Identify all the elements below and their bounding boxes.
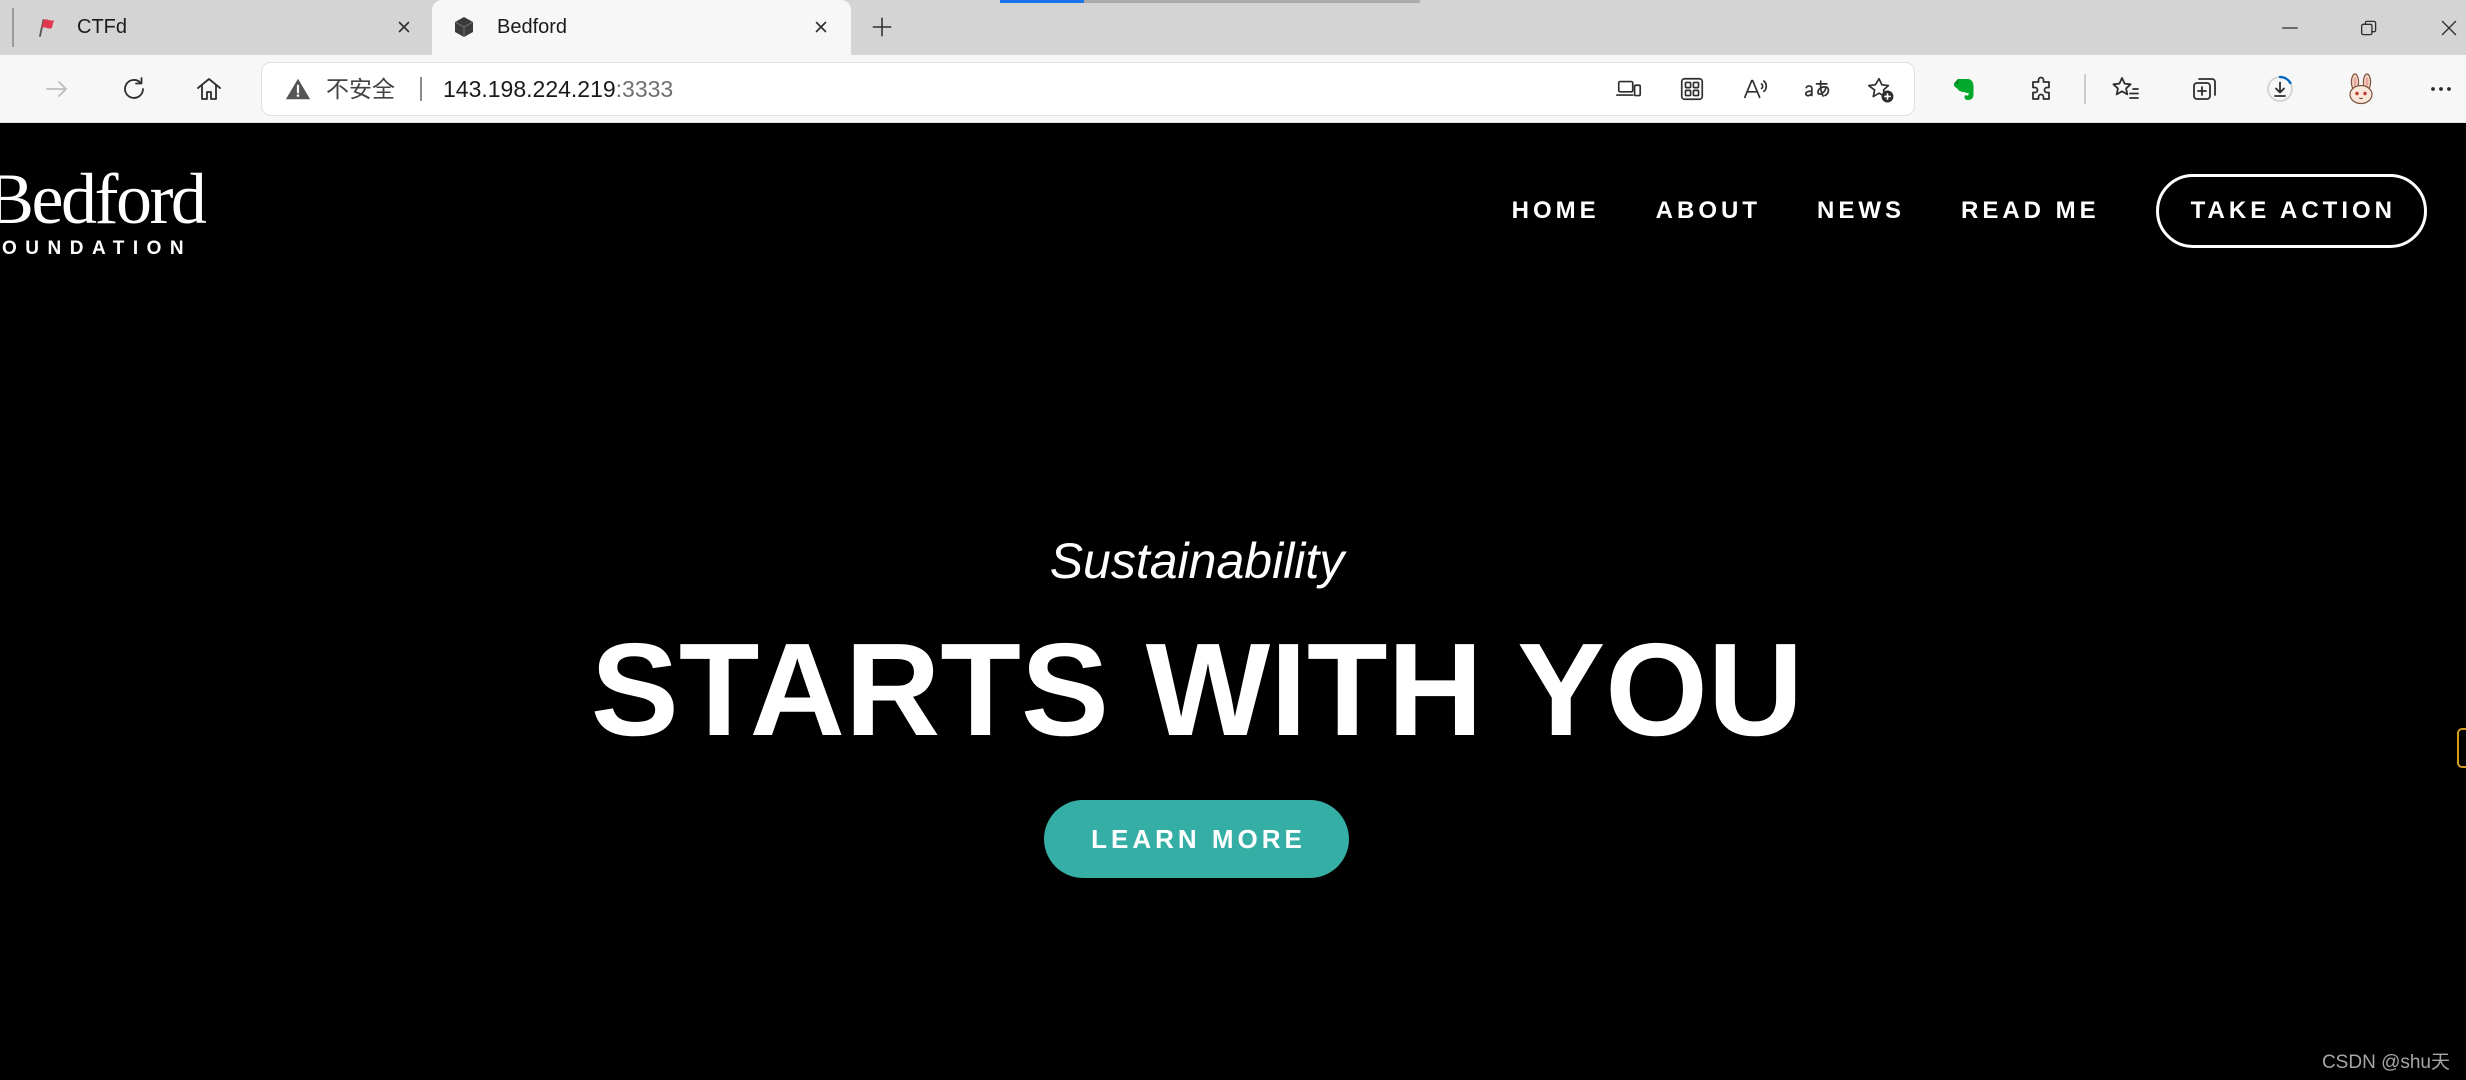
browser-window: CTFd Bedford 不安全 143.198.224.219:3333 Be… <box>0 0 2466 1080</box>
tab-close-button[interactable] <box>808 14 834 40</box>
puzzle-icon <box>2032 76 2050 100</box>
apps-grid-icon <box>1680 77 1704 101</box>
tab-strip: CTFd Bedford <box>0 0 2466 55</box>
security-label: 不安全 <box>326 76 395 102</box>
url-host: 143.198.224.219 <box>443 76 616 102</box>
settings-more-button[interactable] <box>2419 67 2463 111</box>
close-icon <box>398 21 410 33</box>
watermark: CSDN @shu天 <box>2321 1052 2450 1073</box>
forward-arrow-icon <box>46 81 67 97</box>
browser-toolbar: 不安全 143.198.224.219:3333 <box>0 55 2466 123</box>
restore-icon <box>2361 20 2377 36</box>
tab-close-button[interactable] <box>391 14 417 40</box>
nav-readme-link[interactable]: READ ME <box>1961 199 2100 223</box>
collections-icon <box>2193 78 2216 100</box>
collections-button[interactable] <box>2183 67 2227 111</box>
url-text: 143.198.224.219:3333 <box>443 63 673 115</box>
download-icon <box>2267 75 2293 102</box>
cube-favicon-icon <box>454 17 474 37</box>
hero-headline: STARTS WITH YOU <box>590 616 1804 763</box>
tab-bedford[interactable]: Bedford <box>432 0 851 55</box>
toolbar-separator <box>2084 74 2086 104</box>
nav-home-link[interactable]: HOME <box>1512 199 1600 223</box>
device-button[interactable] <box>1609 69 1649 109</box>
tab-title: CTFd <box>77 16 127 38</box>
extensions-button[interactable] <box>2019 67 2063 111</box>
more-icon <box>2431 87 2451 91</box>
profile-button[interactable] <box>2339 67 2383 111</box>
plus-icon <box>872 17 892 37</box>
reload-icon <box>124 77 144 99</box>
warning-triangle-icon <box>285 78 311 100</box>
rabbit-avatar-icon <box>2349 73 2373 105</box>
device-icon <box>1616 80 1642 97</box>
ctfd-flag-favicon-icon <box>39 19 54 37</box>
home-button[interactable] <box>187 67 231 111</box>
logo-wordmark: Bedford <box>0 159 207 239</box>
take-action-button[interactable]: TAKE ACTION <box>2155 174 2427 248</box>
site-info-button[interactable]: 不安全 <box>280 63 412 115</box>
address-separator <box>420 77 422 101</box>
close-icon <box>815 21 827 33</box>
close-icon <box>2441 20 2457 36</box>
address-bar[interactable]: 不安全 143.198.224.219:3333 <box>261 62 1915 116</box>
add-favorite-button[interactable] <box>1860 69 1900 109</box>
url-port: :3333 <box>615 76 674 102</box>
home-icon <box>197 78 221 100</box>
tab-ctfd[interactable]: CTFd <box>14 0 428 55</box>
downloads-button[interactable] <box>2258 67 2302 111</box>
reload-button[interactable] <box>112 67 156 111</box>
nav-about-link[interactable]: ABOUT <box>1656 199 1761 223</box>
read-aloud-button[interactable] <box>1735 69 1775 109</box>
apps-button[interactable] <box>1672 69 1712 109</box>
page-viewport: Bedford OUNDATION HOME ABOUT NEWS READ M… <box>0 123 2466 1080</box>
favorites-button[interactable] <box>2104 67 2148 111</box>
loading-track <box>1084 0 1420 3</box>
tab-title: Bedford <box>497 16 568 38</box>
close-window-button[interactable] <box>2432 10 2466 46</box>
hero-kicker: Sustainability <box>1049 533 1345 589</box>
new-tab-button[interactable] <box>862 7 902 47</box>
evernote-extension-button[interactable] <box>1942 67 1986 111</box>
restore-button[interactable] <box>2351 10 2387 46</box>
star-add-icon <box>1867 77 1894 103</box>
learn-more-button[interactable]: LEARN MORE <box>1044 800 1349 878</box>
logo-subline: OUNDATION <box>2 238 193 259</box>
nav-news-link[interactable]: NEWS <box>1817 199 1905 223</box>
forward-button[interactable] <box>35 67 79 111</box>
sidebar-toggle-handle[interactable] <box>2457 728 2466 768</box>
favorites-icon <box>2112 77 2139 99</box>
site-nav: HOME ABOUT NEWS READ ME TAKE ACTION <box>1512 174 2427 248</box>
site-logo[interactable]: Bedford OUNDATION <box>0 163 210 273</box>
minimize-button[interactable] <box>2272 10 2308 46</box>
evernote-icon <box>1954 79 1974 100</box>
read-aloud-icon <box>1743 79 1768 99</box>
minimize-icon <box>2282 27 2298 29</box>
translate-button[interactable] <box>1797 69 1837 109</box>
translate-icon <box>1804 80 1830 97</box>
loading-indicator <box>1000 0 1084 3</box>
